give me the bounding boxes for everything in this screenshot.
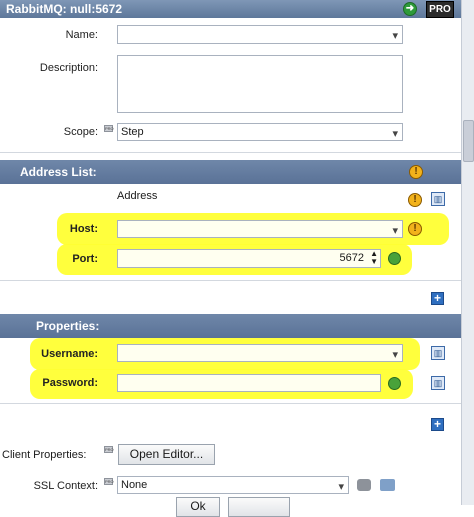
divider (0, 152, 461, 153)
window-title: RabbitMQ: null:5672 (6, 2, 123, 16)
chevron-down-icon[interactable]: ▾ (392, 224, 398, 237)
open-editor-button[interactable]: Open Editor... (118, 444, 215, 465)
address-column-header: Address (117, 190, 158, 202)
password-label: Password: (42, 377, 98, 389)
username-field[interactable]: ▾ (117, 344, 403, 362)
chevron-down-icon[interactable]: ▾ (338, 480, 344, 493)
scrollbar-thumb[interactable] (463, 120, 474, 162)
pro-tag-icon: PRO (104, 478, 114, 485)
address-list-header: Address List: ! (0, 160, 461, 184)
gear-icon[interactable] (388, 377, 401, 390)
vertical-scrollbar[interactable] (461, 0, 474, 505)
name-label: Name: (65, 29, 98, 41)
ssl-context-value: None (121, 479, 148, 491)
go-arrow-icon[interactable]: ➜ (403, 2, 417, 16)
warning-icon: ! (409, 165, 423, 179)
divider (0, 280, 461, 281)
name-field[interactable]: ▾ (117, 25, 403, 44)
spinner-arrows-icon[interactable]: ▲ ▼ (370, 250, 378, 266)
chevron-down-icon[interactable]: ▾ (392, 127, 398, 140)
scope-value: Step (121, 126, 144, 138)
warning-icon: ! (408, 222, 422, 236)
pro-badge: PRO (426, 1, 454, 18)
address-list-title: Address List: (20, 165, 97, 179)
properties-title: Properties: (36, 319, 100, 333)
chevron-down-icon[interactable]: ▾ (392, 29, 398, 42)
ssl-context-select[interactable]: None ▾ (117, 476, 349, 494)
username-label: Username: (41, 348, 98, 360)
chevron-down-icon[interactable]: ▾ (392, 348, 398, 361)
port-spinner[interactable]: 5672 ▲ ▼ (117, 249, 381, 268)
trash-icon[interactable]: ▥ (431, 376, 445, 390)
port-label: Port: (72, 253, 98, 265)
host-field[interactable]: ▾ (117, 220, 403, 238)
add-icon[interactable]: + (431, 292, 444, 305)
scope-label: Scope: (63, 126, 98, 138)
cancel-button[interactable] (228, 497, 290, 517)
password-field[interactable] (117, 374, 381, 392)
ssl-config-icon[interactable] (357, 479, 371, 491)
scope-select[interactable]: Step ▾ (117, 123, 403, 141)
trash-icon[interactable]: ▥ (431, 192, 445, 206)
properties-header: Properties: (0, 314, 461, 338)
window-titlebar: RabbitMQ: null:5672 ➜ PRO (0, 0, 461, 18)
ok-button[interactable]: Ok (176, 497, 220, 517)
host-label: Host: (69, 223, 98, 235)
description-label: Description: (39, 62, 98, 74)
port-value: 5672 (339, 252, 364, 264)
divider (0, 403, 461, 404)
pro-tag-icon: PRO (104, 125, 114, 132)
add-icon[interactable]: + (431, 418, 444, 431)
trash-icon[interactable]: ▥ (431, 346, 445, 360)
ssl-context-label: SSL Context: (33, 480, 98, 492)
ssl-add-icon[interactable] (380, 479, 395, 491)
warning-icon: ! (408, 193, 422, 207)
client-properties-label: Client Properties: (2, 449, 87, 461)
description-textarea[interactable] (117, 55, 403, 113)
pro-tag-icon: PRO (104, 446, 114, 453)
gear-icon[interactable] (388, 252, 401, 265)
